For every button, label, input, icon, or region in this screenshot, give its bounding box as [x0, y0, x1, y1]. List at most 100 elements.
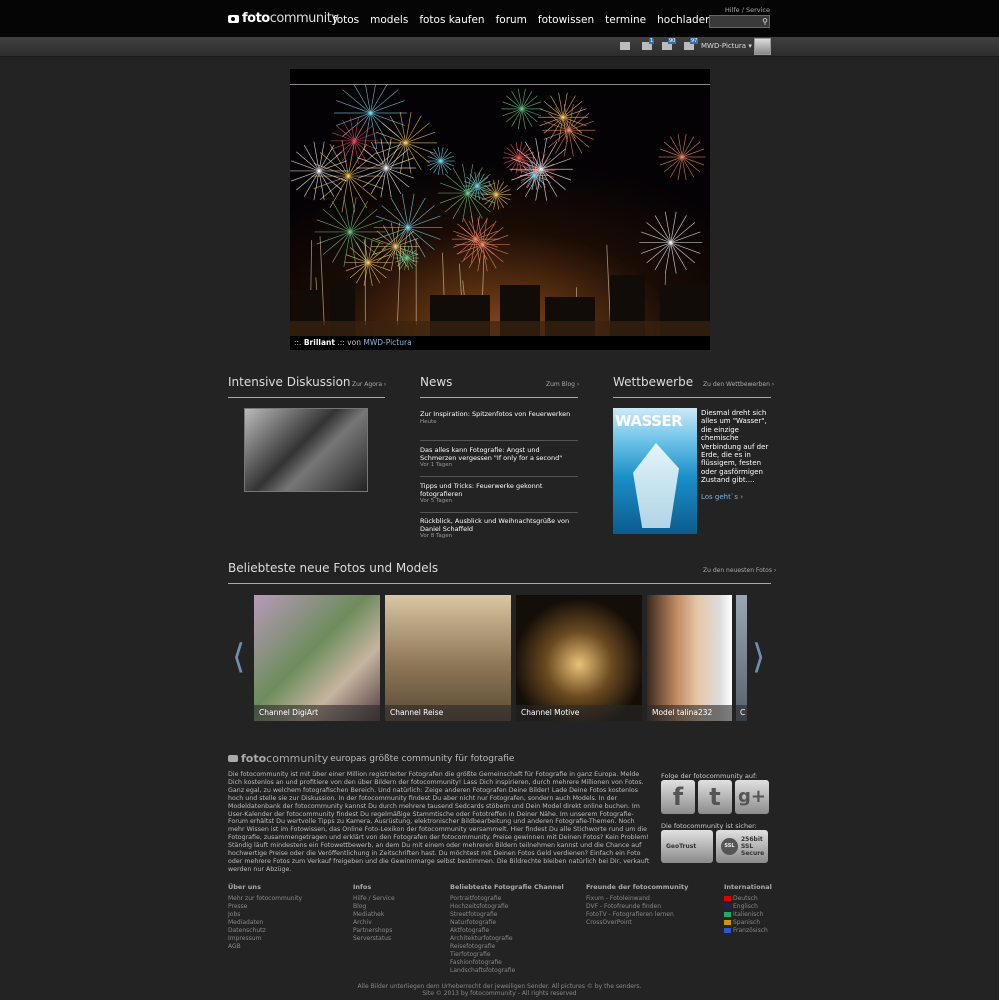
newest-photos-link[interactable]: Zu den neuesten Fotos ›: [703, 567, 776, 574]
nav-fotowissen[interactable]: fotowissen: [538, 14, 594, 26]
fireworks-image[interactable]: [290, 85, 710, 336]
site-logo[interactable]: foto community: [228, 11, 339, 26]
twitter-icon[interactable]: t: [698, 780, 732, 814]
language-link[interactable]: Englisch: [724, 903, 772, 911]
wettbewerbe-link[interactable]: Zu den Wettbewerben ›: [703, 381, 774, 388]
footer-link[interactable]: Archiv: [353, 919, 395, 927]
diskussion-photo[interactable]: [244, 408, 368, 492]
news-item[interactable]: Rückblick, Ausblick und Weihnachtsgrüße …: [420, 517, 578, 539]
diskussion-divider: [228, 397, 385, 398]
footer-link[interactable]: Mediathek: [353, 911, 395, 919]
wettbewerb-description: Diesmal dreht sich alles um "Wasser", di…: [701, 409, 769, 485]
geotrust-label: GeoTrust: [666, 843, 697, 850]
geotrust-badge[interactable]: GeoTrust: [661, 830, 713, 863]
footer-link[interactable]: Architekturfotografie: [450, 935, 564, 943]
footer-link[interactable]: Serverstatus: [353, 935, 395, 943]
footer-link[interactable]: AGB: [228, 943, 302, 951]
language-link[interactable]: Deutsch: [724, 895, 772, 903]
footer-logo[interactable]: foto community europas größte community f…: [228, 752, 514, 765]
footer-link[interactable]: Fashionfotografie: [450, 959, 564, 967]
footer-link[interactable]: Mediadaten: [228, 919, 302, 927]
wettbewerbe-heading: Wettbewerbe: [613, 375, 694, 389]
hero-caption: ::. Brillant .:: von MWD-Pictura: [294, 338, 412, 347]
hero-photo[interactable]: ::. Brillant .:: von MWD-Pictura: [290, 69, 710, 350]
footer-link[interactable]: Impressum: [228, 935, 302, 943]
footer-link[interactable]: Partnershops: [353, 927, 395, 935]
footer-link[interactable]: Landschaftsfotografie: [450, 967, 564, 975]
news-title[interactable]: Tipps und Tricks: Feuerwerke gekonnt fot…: [420, 482, 578, 498]
secure-label: Die fotocommunity ist sicher:: [661, 822, 757, 830]
carousel-tile[interactable]: Channel DigiArt: [254, 595, 380, 721]
nav-termine[interactable]: termine: [605, 14, 646, 26]
wettbewerb-cta[interactable]: Los geht`s ›: [701, 493, 743, 501]
footer-link[interactable]: FotoTV - Fotografieren lernen: [586, 911, 688, 919]
photo-title[interactable]: Brillant: [304, 338, 335, 347]
tile-label: Model talina232: [647, 705, 732, 721]
news-item[interactable]: Tipps und Tricks: Feuerwerke gekonnt fot…: [420, 482, 578, 504]
popular-divider: [228, 583, 771, 584]
carousel-tile[interactable]: Channel Motive: [516, 595, 642, 721]
flag-fr-icon: [724, 928, 731, 933]
logo-text-bold: foto: [242, 11, 270, 26]
carousel-next-arrow[interactable]: ⟩: [752, 638, 765, 676]
carousel-tile[interactable]: Model talina232: [647, 595, 732, 721]
language-link[interactable]: Französisch: [724, 927, 772, 935]
ssl-badge[interactable]: SSL 256bit SSL Secure: [716, 830, 768, 863]
footer-link[interactable]: Hochzeitsfotografie: [450, 903, 564, 911]
help-service-link[interactable]: Hilfe / Service: [725, 6, 770, 14]
footer-link[interactable]: Streetfotografie: [450, 911, 564, 919]
footer-link[interactable]: Datenschutz: [228, 927, 302, 935]
nav-fotos-kaufen[interactable]: fotos kaufen: [419, 14, 484, 26]
news-title[interactable]: Das alles kann Fotografie: Angst und Sch…: [420, 446, 578, 462]
camera-logo-icon: [228, 14, 239, 23]
search-icon[interactable]: ⚲: [762, 16, 768, 27]
mail-icon[interactable]: [620, 42, 630, 50]
language-link[interactable]: Spanisch: [724, 919, 772, 927]
facebook-icon[interactable]: f: [661, 780, 695, 814]
wettbewerb-image[interactable]: WASSER: [613, 408, 697, 534]
iceberg-shape: [633, 443, 679, 528]
google-plus-icon[interactable]: g+: [735, 780, 769, 814]
news-item[interactable]: Zur Inspiration: Spitzenfotos von Feuerw…: [420, 410, 578, 425]
photo-author-link[interactable]: MWD-Pictura: [363, 338, 411, 347]
footer-link[interactable]: Naturfotografie: [450, 919, 564, 927]
footer-link[interactable]: CrossOverPoint: [586, 919, 688, 927]
tile-label: Channel Motive: [516, 705, 642, 721]
language-link[interactable]: Italienisch: [724, 911, 772, 919]
footer-link[interactable]: Reisefotografie: [450, 943, 564, 951]
news-item[interactable]: Das alles kann Fotografie: Angst und Sch…: [420, 446, 578, 468]
footer-link[interactable]: Hilfe / Service: [353, 895, 395, 903]
news-date: Vor 1 Tagen: [420, 462, 453, 468]
newest-photos-link-label: Zu den neuesten Fotos: [703, 567, 772, 574]
avatar[interactable]: [754, 38, 771, 55]
news-date: Heute: [420, 418, 437, 425]
search-input[interactable]: ⚲: [709, 15, 770, 28]
footer-link[interactable]: Tierfotografie: [450, 951, 564, 959]
nav-fotos[interactable]: fotos: [333, 14, 359, 26]
wettbewerb-cta-label: Los geht`s: [701, 493, 739, 501]
carousel-tile[interactable]: C: [736, 595, 747, 721]
footer-link[interactable]: Aktfotografie: [450, 927, 564, 935]
carousel-tile[interactable]: Channel Reise: [385, 595, 511, 721]
news-separator: [420, 476, 578, 477]
carousel-prev-arrow[interactable]: ⟨: [232, 638, 245, 676]
blog-link[interactable]: Zum Blog ›: [546, 381, 579, 388]
footer-link[interactable]: Portraitfotografie: [450, 895, 564, 903]
camera-logo-icon: [228, 755, 238, 762]
news-title[interactable]: Zur Inspiration: Spitzenfotos von Feuerw…: [420, 410, 578, 419]
logo-text-light: community: [269, 11, 339, 26]
footer-link[interactable]: Mehr zur fotocommunity: [228, 895, 302, 903]
footer-link[interactable]: Jobs: [228, 911, 302, 919]
news-title[interactable]: Rückblick, Ausblick und Weihnachtsgrüße …: [420, 517, 578, 533]
footer-column-ueber-uns: Über uns Mehr zur fotocommunity Presse J…: [228, 883, 302, 951]
footer-link[interactable]: Presse: [228, 903, 302, 911]
agora-link[interactable]: Zur Agora ›: [352, 381, 386, 388]
wettbewerb-image-word: WASSER: [615, 412, 683, 430]
footer-link[interactable]: Fixum - Fotoleinwand: [586, 895, 688, 903]
nav-forum[interactable]: forum: [496, 14, 527, 26]
nav-models[interactable]: models: [370, 14, 408, 26]
footer-link[interactable]: Blog: [353, 903, 395, 911]
nav-hochladen[interactable]: hochladen: [657, 14, 712, 26]
footer-link[interactable]: DVF - Fotofreunde finden: [586, 903, 688, 911]
user-menu[interactable]: MWD-Pictura ▾: [701, 42, 752, 50]
